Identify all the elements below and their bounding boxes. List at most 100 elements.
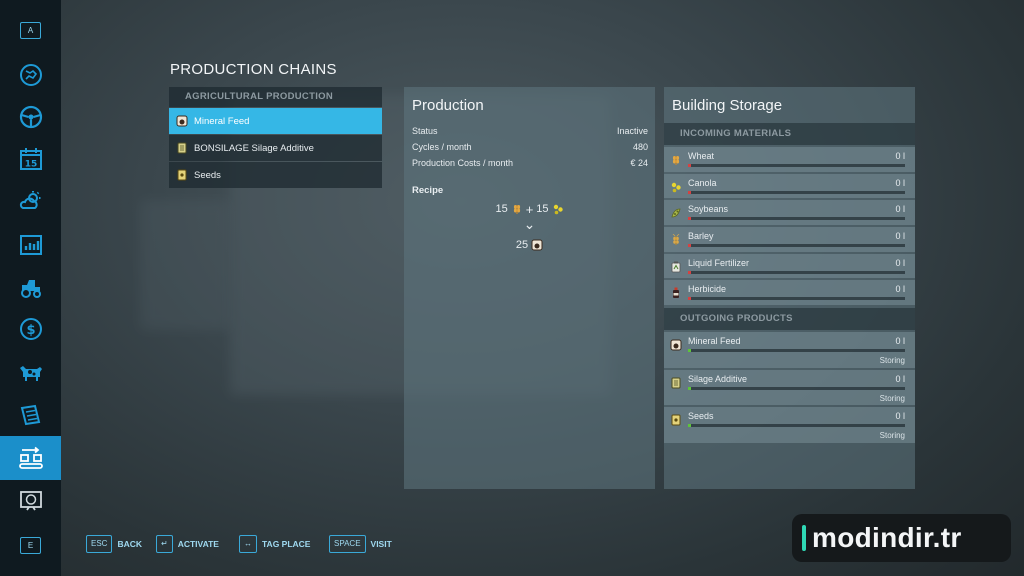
costs-label: Production Costs / month xyxy=(412,158,514,168)
weather-icon xyxy=(19,191,40,209)
storage-item-value: 0 l xyxy=(895,411,905,422)
chain-item-seeds[interactable]: Seeds xyxy=(169,162,382,188)
fill-level xyxy=(688,349,691,353)
storage-mode[interactable]: Storing xyxy=(880,356,905,365)
calendar-day: 15 xyxy=(24,160,37,170)
fill-level xyxy=(688,297,691,301)
back-button[interactable]: ESC BACK xyxy=(86,535,142,553)
sidebar-item-calendar[interactable]: 15 xyxy=(0,138,61,180)
fill-level xyxy=(688,164,691,167)
storage-item-value: 0 l xyxy=(895,231,905,242)
storage-title: Building Storage xyxy=(672,97,783,114)
sidebar-item-map[interactable] xyxy=(0,54,61,96)
sidebar: A 15 $ E xyxy=(0,0,61,576)
sidebar-item-production[interactable] xyxy=(0,436,61,480)
silage-additive-icon xyxy=(670,376,682,389)
fill-level-bar xyxy=(688,424,905,428)
cycles-value: 480 xyxy=(632,142,648,152)
recipe-output: 25 xyxy=(404,237,655,253)
canola-icon xyxy=(670,180,682,192)
storage-mode[interactable]: Storing xyxy=(880,431,905,440)
back-label: BACK xyxy=(117,539,143,549)
fill-level xyxy=(688,217,691,221)
fill-level-bar xyxy=(688,270,905,274)
building-storage-panel: Building Storage INCOMING MATERIALS Whea… xyxy=(664,87,915,489)
fill-level-bar xyxy=(688,386,905,390)
fill-level xyxy=(688,424,691,428)
visit-button[interactable]: SPACE VISIT xyxy=(329,535,392,553)
storage-item-name: Barley xyxy=(688,231,714,242)
fill-level-bar xyxy=(688,349,905,353)
storage-item-name: Wheat xyxy=(688,151,715,161)
storage-item-name: Seeds xyxy=(688,411,714,422)
activate-label: ACTIVATE xyxy=(177,539,219,549)
chains-category-header: AGRICULTURAL PRODUCTION xyxy=(169,87,382,107)
calendar-icon: 15 xyxy=(19,148,42,170)
sidebar-item-vehicles-overview[interactable] xyxy=(0,266,61,308)
chain-item-silage-additive[interactable]: BONSILAGE Silage Additive xyxy=(169,135,382,161)
activate-button[interactable]: ↵ ACTIVATE xyxy=(156,535,219,553)
herbicide-icon xyxy=(670,286,682,299)
background-structure xyxy=(140,200,230,330)
costs-value: € 24 xyxy=(630,158,648,168)
recipe-plus: + xyxy=(525,201,534,217)
recipe-input-amount: 15 xyxy=(495,203,508,215)
liquid-fertilizer-icon xyxy=(670,260,682,273)
outgoing-products-header: OUTGOING PRODUCTS xyxy=(664,308,915,331)
barley-icon xyxy=(670,233,682,246)
wheat-icon xyxy=(670,153,682,165)
animals-icon xyxy=(19,366,42,381)
mineral-feed-icon xyxy=(670,338,682,351)
page-title: PRODUCTION CHAINS xyxy=(170,61,337,78)
sidebar-item-vehicles[interactable] xyxy=(0,96,61,138)
storage-row-barley: Barley 0 l xyxy=(664,227,915,252)
fill-level xyxy=(688,386,691,390)
storage-item-value: 0 l xyxy=(895,336,905,347)
cycles-row: Cycles / month 480 xyxy=(404,139,655,155)
sidebar-item-help[interactable] xyxy=(0,480,61,522)
sidebar-item-animals[interactable] xyxy=(0,352,61,394)
sidebar-item-contracts[interactable] xyxy=(0,394,61,436)
storage-item-name: Mineral Feed xyxy=(688,336,741,347)
mineral-feed-icon xyxy=(531,239,543,251)
tag-place-button[interactable]: ↔ TAG PLACE xyxy=(239,535,310,553)
storage-row-herbicide: Herbicide 0 l xyxy=(664,280,915,306)
enter-key: ↵ xyxy=(156,535,173,553)
esc-key: ESC xyxy=(86,535,113,553)
storage-item-value: 0 l xyxy=(895,151,905,161)
status-value: Inactive xyxy=(616,126,648,136)
fill-level xyxy=(688,270,691,274)
sidebar-item-statistics[interactable] xyxy=(0,224,61,266)
sidebar-prev-key[interactable]: A xyxy=(20,22,41,39)
storage-mode[interactable]: Storing xyxy=(880,394,905,403)
recipe-output-amount: 25 xyxy=(515,239,529,251)
storage-item-value: 0 l xyxy=(895,257,905,268)
space-key: SPACE xyxy=(329,535,366,553)
help-icon xyxy=(19,491,42,511)
seeds-icon xyxy=(670,413,682,426)
watermark-text: modindir.tr xyxy=(812,522,962,553)
storage-row-mineral-feed: Mineral Feed 0 l Storing xyxy=(664,332,915,368)
silage-additive-icon xyxy=(176,142,188,154)
fill-level-bar xyxy=(688,217,905,221)
finances-icon: $ xyxy=(19,318,42,340)
sidebar-item-finances[interactable]: $ xyxy=(0,308,61,350)
status-row: Status Inactive xyxy=(404,123,655,139)
status-label: Status xyxy=(412,126,438,136)
cycles-label: Cycles / month xyxy=(412,142,472,152)
storage-item-name: Herbicide xyxy=(688,284,727,295)
chain-item-label: Mineral Feed xyxy=(194,115,250,127)
storage-item-value: 0 l xyxy=(895,284,905,295)
chain-item-mineral-feed[interactable]: Mineral Feed xyxy=(169,108,382,134)
statistics-icon xyxy=(19,235,42,255)
visit-label: VISIT xyxy=(370,539,392,549)
sidebar-item-weather[interactable] xyxy=(0,180,61,222)
storage-row-seeds: Seeds 0 l Storing xyxy=(664,407,915,443)
sidebar-next-key[interactable]: E xyxy=(20,537,41,554)
storage-item-value: 0 l xyxy=(895,373,905,384)
recipe-inputs: 15 + 15 xyxy=(404,201,655,217)
fill-level xyxy=(688,190,691,194)
storage-row-soybeans: Soybeans 0 l xyxy=(664,200,915,226)
wheat-icon xyxy=(511,203,523,215)
fill-level-bar xyxy=(688,190,905,194)
